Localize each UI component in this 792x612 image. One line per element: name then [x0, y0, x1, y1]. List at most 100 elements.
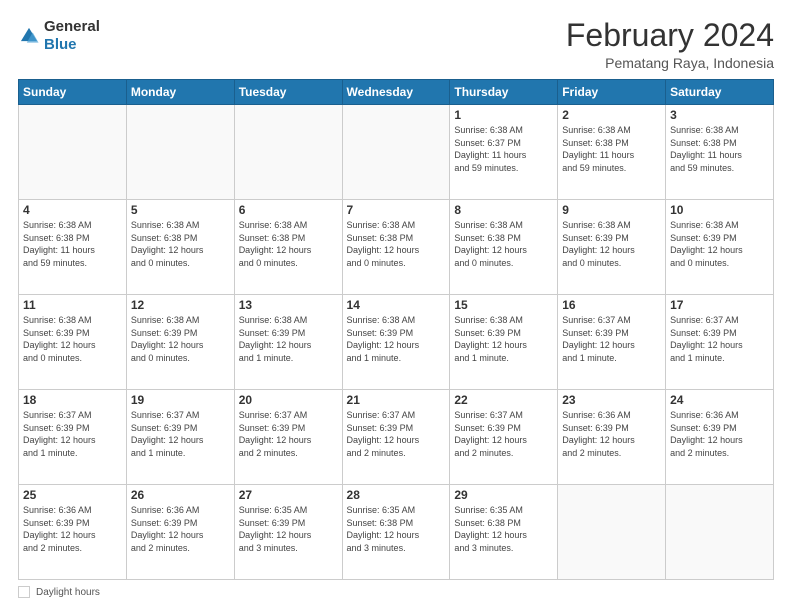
- footer: Daylight hours: [18, 586, 774, 598]
- calendar-cell: 13 Sunrise: 6:38 AMSunset: 6:39 PMDayligh…: [234, 295, 342, 390]
- day-info: Sunrise: 6:37 AMSunset: 6:39 PMDaylight:…: [454, 409, 553, 459]
- day-number: 2: [562, 108, 661, 122]
- calendar-cell: 10 Sunrise: 6:38 AMSunset: 6:39 PMDayligh…: [666, 200, 774, 295]
- calendar-cell: 3 Sunrise: 6:38 AMSunset: 6:38 PMDaylight…: [666, 105, 774, 200]
- day-number: 9: [562, 203, 661, 217]
- day-info: Sunrise: 6:38 AMSunset: 6:39 PMDaylight:…: [239, 314, 338, 364]
- day-number: 28: [347, 488, 446, 502]
- day-info: Sunrise: 6:38 AMSunset: 6:38 PMDaylight:…: [23, 219, 122, 269]
- calendar-header-thursday: Thursday: [450, 80, 558, 105]
- day-number: 23: [562, 393, 661, 407]
- day-number: 10: [670, 203, 769, 217]
- calendar-cell: 1Sunrise: 6:38 AMSunset: 6:37 PMDaylight…: [450, 105, 558, 200]
- day-info: Sunrise: 6:38 AMSunset: 6:38 PMDaylight:…: [670, 124, 769, 174]
- day-info: Sunrise: 6:37 AMSunset: 6:39 PMDaylight:…: [23, 409, 122, 459]
- day-info: Sunrise: 6:38 AMSunset: 6:38 PMDaylight:…: [454, 219, 553, 269]
- calendar-cell: 22 Sunrise: 6:37 AMSunset: 6:39 PMDayligh…: [450, 390, 558, 485]
- daylight-label: Daylight hours: [36, 587, 100, 598]
- calendar-header-wednesday: Wednesday: [342, 80, 450, 105]
- calendar-cell: [19, 105, 127, 200]
- day-number: 29: [454, 488, 553, 502]
- day-info: Sunrise: 6:38 AMSunset: 6:39 PMDaylight:…: [562, 219, 661, 269]
- day-info: Sunrise: 6:38 AMSunset: 6:39 PMDaylight:…: [347, 314, 446, 364]
- day-number: 12: [131, 298, 230, 312]
- day-number: 4: [23, 203, 122, 217]
- calendar-cell: 27 Sunrise: 6:35 AMSunset: 6:39 PMDayligh…: [234, 485, 342, 580]
- calendar-cell: 7Sunrise: 6:38 AMSunset: 6:38 PMDaylight…: [342, 200, 450, 295]
- day-number: 26: [131, 488, 230, 502]
- calendar-header-row: SundayMondayTuesdayWednesdayThursdayFrid…: [19, 80, 774, 105]
- calendar-week-3: 18Sunrise: 6:37 AMSunset: 6:39 PMDayligh…: [19, 390, 774, 485]
- calendar-cell: 17Sunrise: 6:37 AMSunset: 6:39 PMDayligh…: [666, 295, 774, 390]
- calendar-header-sunday: Sunday: [19, 80, 127, 105]
- month-title: February 2024: [566, 18, 774, 53]
- calendar-header-monday: Monday: [126, 80, 234, 105]
- calendar-cell: 9 Sunrise: 6:38 AMSunset: 6:39 PMDaylight…: [558, 200, 666, 295]
- day-info: Sunrise: 6:38 AMSunset: 6:39 PMDaylight:…: [23, 314, 122, 364]
- calendar-cell: 24Sunrise: 6:36 AMSunset: 6:39 PMDayligh…: [666, 390, 774, 485]
- day-number: 27: [239, 488, 338, 502]
- calendar-table: SundayMondayTuesdayWednesdayThursdayFrid…: [18, 79, 774, 580]
- day-number: 3: [670, 108, 769, 122]
- calendar-cell: 8 Sunrise: 6:38 AMSunset: 6:38 PMDaylight…: [450, 200, 558, 295]
- calendar-cell: 14Sunrise: 6:38 AMSunset: 6:39 PMDayligh…: [342, 295, 450, 390]
- day-number: 22: [454, 393, 553, 407]
- logo: General Blue: [18, 18, 100, 54]
- calendar-cell: [666, 485, 774, 580]
- calendar-header-tuesday: Tuesday: [234, 80, 342, 105]
- location: Pematang Raya, Indonesia: [566, 55, 774, 71]
- day-info: Sunrise: 6:37 AMSunset: 6:39 PMDaylight:…: [347, 409, 446, 459]
- day-number: 8: [454, 203, 553, 217]
- calendar-cell: [234, 105, 342, 200]
- calendar-cell: 23Sunrise: 6:36 AMSunset: 6:39 PMDayligh…: [558, 390, 666, 485]
- day-number: 5: [131, 203, 230, 217]
- day-info: Sunrise: 6:37 AMSunset: 6:39 PMDaylight:…: [131, 409, 230, 459]
- calendar-cell: 11Sunrise: 6:38 AMSunset: 6:39 PMDayligh…: [19, 295, 127, 390]
- day-info: Sunrise: 6:35 AMSunset: 6:38 PMDaylight:…: [347, 504, 446, 554]
- calendar-cell: 12 Sunrise: 6:38 AMSunset: 6:39 PMDayligh…: [126, 295, 234, 390]
- day-info: Sunrise: 6:38 AMSunset: 6:38 PMDaylight:…: [239, 219, 338, 269]
- logo-text: General Blue: [44, 18, 100, 54]
- day-info: Sunrise: 6:36 AMSunset: 6:39 PMDaylight:…: [670, 409, 769, 459]
- day-info: Sunrise: 6:38 AMSunset: 6:39 PMDaylight:…: [131, 314, 230, 364]
- calendar-week-1: 4 Sunrise: 6:38 AMSunset: 6:38 PMDaylight…: [19, 200, 774, 295]
- day-info: Sunrise: 6:35 AMSunset: 6:39 PMDaylight:…: [239, 504, 338, 554]
- calendar-cell: 16 Sunrise: 6:37 AMSunset: 6:39 PMDayligh…: [558, 295, 666, 390]
- day-number: 17: [670, 298, 769, 312]
- day-number: 19: [131, 393, 230, 407]
- day-number: 21: [347, 393, 446, 407]
- day-number: 6: [239, 203, 338, 217]
- logo-icon: [18, 25, 40, 47]
- calendar-cell: 6 Sunrise: 6:38 AMSunset: 6:38 PMDaylight…: [234, 200, 342, 295]
- day-number: 16: [562, 298, 661, 312]
- calendar-cell: 2Sunrise: 6:38 AMSunset: 6:38 PMDaylight…: [558, 105, 666, 200]
- calendar-cell: 29 Sunrise: 6:35 AMSunset: 6:38 PMDayligh…: [450, 485, 558, 580]
- calendar-header-saturday: Saturday: [666, 80, 774, 105]
- day-info: Sunrise: 6:38 AMSunset: 6:39 PMDaylight:…: [454, 314, 553, 364]
- calendar-cell: 21 Sunrise: 6:37 AMSunset: 6:39 PMDayligh…: [342, 390, 450, 485]
- calendar-cell: 25Sunrise: 6:36 AMSunset: 6:39 PMDayligh…: [19, 485, 127, 580]
- calendar-cell: 4 Sunrise: 6:38 AMSunset: 6:38 PMDaylight…: [19, 200, 127, 295]
- title-block: February 2024 Pematang Raya, Indonesia: [566, 18, 774, 71]
- day-info: Sunrise: 6:38 AMSunset: 6:37 PMDaylight:…: [454, 124, 553, 174]
- day-info: Sunrise: 6:38 AMSunset: 6:38 PMDaylight:…: [131, 219, 230, 269]
- calendar-week-2: 11Sunrise: 6:38 AMSunset: 6:39 PMDayligh…: [19, 295, 774, 390]
- calendar-week-4: 25Sunrise: 6:36 AMSunset: 6:39 PMDayligh…: [19, 485, 774, 580]
- calendar-cell: 5 Sunrise: 6:38 AMSunset: 6:38 PMDaylight…: [126, 200, 234, 295]
- calendar-week-0: 1Sunrise: 6:38 AMSunset: 6:37 PMDaylight…: [19, 105, 774, 200]
- calendar-header-friday: Friday: [558, 80, 666, 105]
- day-info: Sunrise: 6:38 AMSunset: 6:38 PMDaylight:…: [347, 219, 446, 269]
- day-number: 13: [239, 298, 338, 312]
- day-info: Sunrise: 6:37 AMSunset: 6:39 PMDaylight:…: [239, 409, 338, 459]
- page: General Blue February 2024 Pematang Raya…: [0, 0, 792, 612]
- calendar-cell: 26 Sunrise: 6:36 AMSunset: 6:39 PMDayligh…: [126, 485, 234, 580]
- calendar-cell: 18Sunrise: 6:37 AMSunset: 6:39 PMDayligh…: [19, 390, 127, 485]
- day-info: Sunrise: 6:37 AMSunset: 6:39 PMDaylight:…: [562, 314, 661, 364]
- day-info: Sunrise: 6:36 AMSunset: 6:39 PMDaylight:…: [131, 504, 230, 554]
- day-info: Sunrise: 6:38 AMSunset: 6:39 PMDaylight:…: [670, 219, 769, 269]
- calendar-cell: 19 Sunrise: 6:37 AMSunset: 6:39 PMDayligh…: [126, 390, 234, 485]
- day-number: 15: [454, 298, 553, 312]
- calendar-cell: [558, 485, 666, 580]
- day-info: Sunrise: 6:35 AMSunset: 6:38 PMDaylight:…: [454, 504, 553, 554]
- calendar-cell: 15 Sunrise: 6:38 AMSunset: 6:39 PMDayligh…: [450, 295, 558, 390]
